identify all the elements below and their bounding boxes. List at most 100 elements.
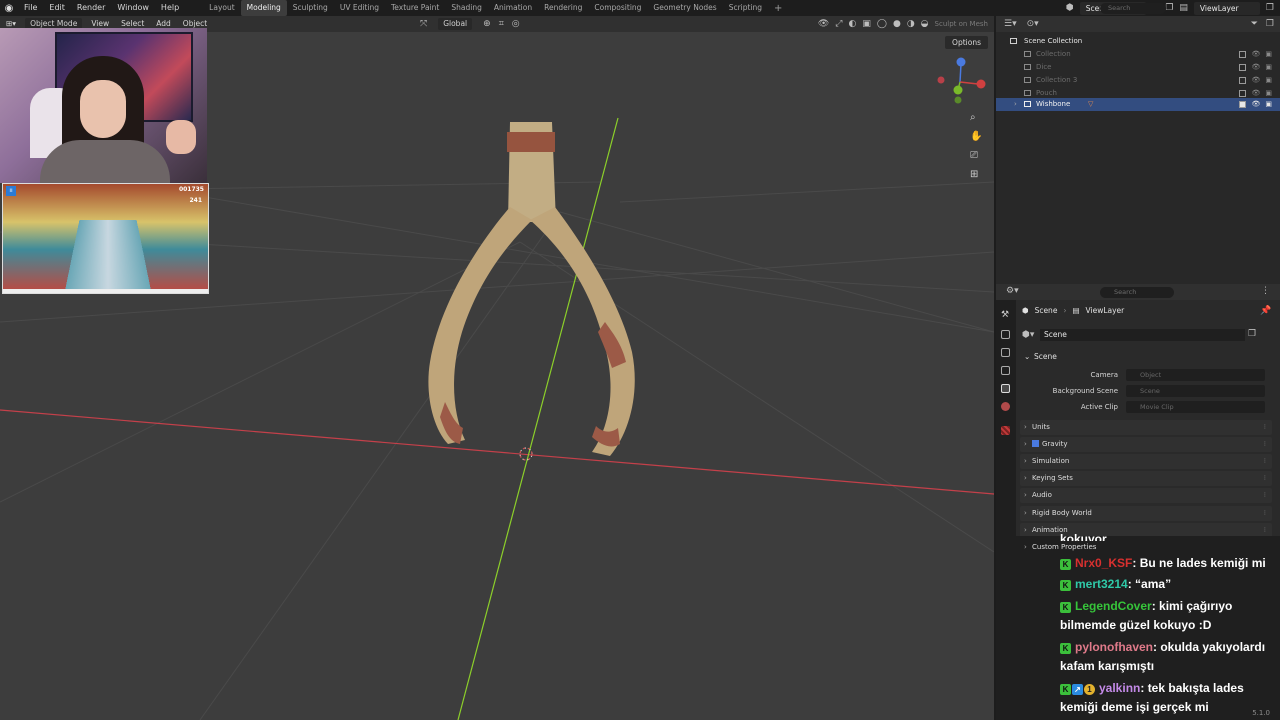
outliner-row-dice[interactable]: Dice 👁 ▣ — [996, 61, 1280, 74]
overlay-icon[interactable]: ◐ — [849, 19, 857, 29]
tab-uv-editing[interactable]: UV Editing — [334, 0, 385, 16]
filter-icon[interactable]: ⏷ — [1251, 19, 1258, 29]
scene-panel-chevron-icon[interactable]: ⌄ — [1024, 352, 1030, 361]
tool-tab-icon[interactable]: ⚒ — [1001, 310, 1010, 320]
drag-handle-icon[interactable]: ⁞ — [1264, 437, 1266, 452]
camera-icon[interactable]: ▣ — [1265, 48, 1272, 61]
outliner-row-wishbone[interactable]: › Wishbone ▽ 👁 ▣ — [996, 98, 1280, 111]
eye-icon[interactable]: 👁 — [1251, 48, 1260, 61]
options-dropdown[interactable]: Options — [945, 36, 988, 49]
exclude-checkbox[interactable] — [1239, 101, 1247, 108]
properties-options-icon[interactable]: ⋮ — [1261, 286, 1270, 296]
pin-icon[interactable]: 📌 — [1260, 306, 1271, 316]
tab-animation[interactable]: Animation — [488, 0, 538, 16]
tab-layout[interactable]: Layout — [203, 0, 241, 16]
exclude-checkbox[interactable] — [1239, 90, 1247, 97]
new-view-layer-icon[interactable]: ❐ — [1266, 3, 1274, 13]
drag-handle-icon[interactable]: ⁞ — [1264, 471, 1266, 486]
xray-icon[interactable]: ▣ — [862, 19, 871, 29]
properties-search-input[interactable]: Search — [1100, 287, 1174, 298]
scene-name-field[interactable]: Scene — [1040, 329, 1245, 341]
shading-rendered-icon[interactable]: ◒ — [921, 19, 929, 29]
view-layer-icon: ▤ — [1179, 3, 1188, 13]
camera-icon[interactable]: ▣ — [1265, 61, 1272, 74]
new-collection-icon[interactable]: ❐ — [1266, 19, 1274, 29]
properties-editor-icon[interactable]: ⚙▾ — [1006, 286, 1019, 296]
eye-icon[interactable]: 👁 — [1251, 98, 1260, 111]
tab-texture-paint[interactable]: Texture Paint — [385, 0, 445, 16]
breadcrumb-scene[interactable]: Scene — [1035, 306, 1058, 315]
world-tab-icon[interactable] — [1001, 402, 1010, 411]
tab-compositing[interactable]: Compositing — [588, 0, 647, 16]
grid-view-icon[interactable]: ⊞ — [970, 169, 982, 180]
shading-material-icon[interactable]: ◑ — [907, 19, 915, 29]
new-scene-icon[interactable]: ❐ — [1248, 329, 1256, 339]
drag-handle-icon[interactable]: ⁞ — [1264, 454, 1266, 469]
tab-geometry-nodes[interactable]: Geometry Nodes — [647, 0, 722, 16]
tab-rendering[interactable]: Rendering — [538, 0, 588, 16]
texture-tab-icon[interactable] — [1001, 426, 1010, 435]
menu-file[interactable]: File — [18, 0, 43, 16]
outliner-search-input[interactable]: Search — [1100, 3, 1166, 14]
snap-icon[interactable]: ⌗ — [499, 19, 504, 29]
section-custom-properties[interactable]: › Custom Properties — [1020, 540, 1272, 555]
gravity-checkbox[interactable] — [1032, 440, 1039, 447]
camera-icon[interactable]: ▣ — [1265, 98, 1272, 111]
active-clip-field[interactable]: Movie Clip — [1126, 401, 1265, 413]
section-gravity[interactable]: › Gravity ⁞ — [1020, 437, 1272, 452]
tab-scripting[interactable]: Scripting — [723, 0, 768, 16]
drag-handle-icon[interactable]: ⁞ — [1264, 506, 1266, 521]
zoom-icon[interactable]: ⌕ — [970, 112, 982, 123]
section-units[interactable]: › Units ⁞ — [1020, 420, 1272, 435]
render-tab-icon[interactable] — [1001, 330, 1010, 339]
menu-render[interactable]: Render — [71, 0, 111, 16]
gizmo-icon[interactable]: ⤢ — [835, 19, 842, 29]
add-workspace-icon[interactable]: + — [768, 3, 788, 14]
new-scene-icon[interactable]: ❐ — [1165, 3, 1173, 13]
exclude-checkbox[interactable] — [1239, 51, 1247, 58]
shading-wireframe-icon[interactable]: ◯ — [877, 19, 887, 29]
breadcrumb-view-layer[interactable]: ViewLayer — [1086, 306, 1125, 315]
orientation-dropdown[interactable]: Global — [438, 18, 473, 30]
section-audio[interactable]: › Audio ⁞ — [1020, 488, 1272, 503]
section-keying-sets[interactable]: › Keying Sets ⁞ — [1020, 471, 1272, 486]
shading-solid-icon[interactable]: ● — [893, 19, 901, 29]
display-mode-icon[interactable]: ⊙▾ — [1027, 19, 1039, 29]
tab-sculpting[interactable]: Sculpting — [287, 0, 334, 16]
blender-logo-icon[interactable]: ◉ — [0, 0, 18, 16]
outliner-row-collection[interactable]: Collection 👁 ▣ — [996, 48, 1280, 61]
game-progress-bar — [3, 289, 208, 293]
camera-field[interactable]: Object — [1126, 369, 1265, 381]
view-layer-tab-icon[interactable] — [1001, 366, 1010, 375]
menu-window[interactable]: Window — [111, 0, 155, 16]
camera-view-icon[interactable]: ⎚ — [970, 150, 982, 161]
section-simulation[interactable]: › Simulation ⁞ — [1020, 454, 1272, 469]
drag-handle-icon[interactable]: ⁞ — [1264, 420, 1266, 435]
menu-edit[interactable]: Edit — [43, 0, 71, 16]
proportional-edit-icon[interactable]: ◎ — [512, 19, 520, 29]
scene-panel-title[interactable]: Scene — [1034, 352, 1057, 361]
exclude-checkbox[interactable] — [1239, 64, 1247, 71]
visibility-icon[interactable]: 👁 — [818, 19, 829, 29]
tab-shading[interactable]: Shading — [445, 0, 487, 16]
section-rigid-body-world[interactable]: › Rigid Body World ⁞ — [1020, 506, 1272, 521]
menu-help[interactable]: Help — [155, 0, 185, 16]
drag-handle-icon[interactable]: ⁞ — [1264, 488, 1266, 503]
scene-collection-row[interactable]: Scene Collection — [996, 35, 1280, 48]
output-tab-icon[interactable] — [1001, 348, 1010, 357]
camera-icon[interactable]: ▣ — [1265, 74, 1272, 87]
tab-modeling[interactable]: Modeling — [240, 0, 287, 16]
background-scene-field[interactable]: Scene — [1126, 385, 1265, 397]
expand-chevron-icon[interactable]: › — [1014, 98, 1017, 111]
scene-tab-icon[interactable] — [1001, 384, 1010, 393]
eye-icon[interactable]: 👁 — [1251, 74, 1260, 87]
navigation-gizmo[interactable] — [937, 57, 986, 104]
eye-icon[interactable]: 👁 — [1251, 61, 1260, 74]
exclude-checkbox[interactable] — [1239, 77, 1247, 84]
view-layer-selector[interactable]: ViewLayer — [1193, 1, 1260, 15]
orientation-icon: ⤧ — [420, 19, 428, 29]
pan-hand-icon[interactable]: ✋ — [970, 131, 982, 142]
pivot-icon[interactable]: ⊕ — [483, 19, 491, 29]
outliner-editor-icon[interactable]: ☰▾ — [1004, 19, 1017, 29]
outliner-row-collection-3[interactable]: Collection 3 👁 ▣ — [996, 74, 1280, 87]
